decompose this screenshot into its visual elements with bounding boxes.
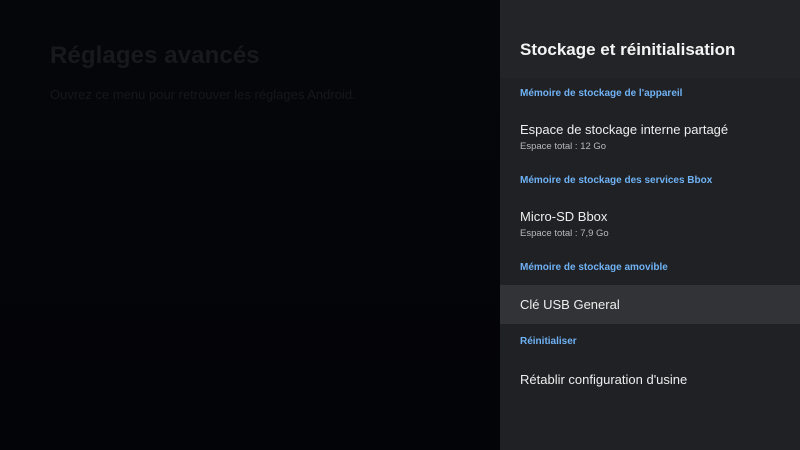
factory-reset-item[interactable]: Rétablir configuration d'usine bbox=[500, 360, 800, 398]
internal-storage-item[interactable]: Espace de stockage interne partagé Espac… bbox=[500, 110, 800, 160]
section-header-bbox-services-storage: Mémoire de stockage des services Bbox bbox=[520, 175, 713, 186]
usb-key-item[interactable]: Clé USB General bbox=[500, 285, 800, 324]
internal-storage-subtitle: Espace total : 12 Go bbox=[520, 141, 607, 152]
section-header-reset: Réinitialiser bbox=[520, 336, 577, 347]
factory-reset-title: Rétablir configuration d'usine bbox=[520, 372, 688, 387]
background-page-title: Réglages avancés bbox=[50, 42, 260, 69]
panel-header: Stockage et réinitialisation bbox=[500, 0, 800, 78]
panel-title: Stockage et réinitialisation bbox=[520, 40, 736, 59]
internal-storage-title: Espace de stockage interne partagé bbox=[520, 122, 729, 137]
microsd-storage-title: Micro-SD Bbox bbox=[520, 209, 608, 224]
storage-reset-panel: Stockage et réinitialisation Mémoire de … bbox=[500, 0, 800, 450]
tv-settings-screen: Réglages avancés Ouvrez ce menu pour ret… bbox=[0, 0, 800, 450]
background-page-subtitle: Ouvrez ce menu pour retrouver les réglag… bbox=[50, 87, 356, 102]
microsd-storage-subtitle: Espace total : 7,9 Go bbox=[520, 228, 609, 239]
section-header-removable-storage: Mémoire de stockage amovible bbox=[520, 262, 668, 273]
section-header-device-storage: Mémoire de stockage de l'appareil bbox=[520, 88, 683, 99]
usb-key-title: Clé USB General bbox=[520, 297, 620, 312]
microsd-storage-item[interactable]: Micro-SD Bbox Espace total : 7,9 Go bbox=[500, 197, 800, 247]
advanced-settings-background: Réglages avancés Ouvrez ce menu pour ret… bbox=[0, 0, 500, 450]
